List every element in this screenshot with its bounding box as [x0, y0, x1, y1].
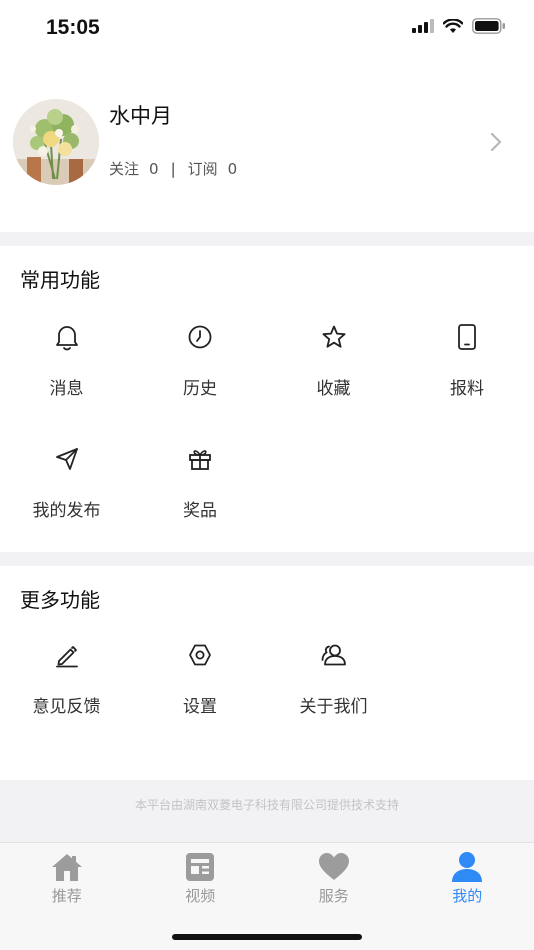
menu-item-label: 我的发布: [32, 501, 101, 521]
person-icon: [452, 852, 483, 882]
subscribe-label[interactable]: 订阅: [188, 158, 218, 179]
menu-item-prizes[interactable]: 奖品: [134, 432, 267, 532]
menu-item-label: 关于我们: [299, 697, 368, 717]
menu-item-label: 消息: [49, 379, 84, 399]
follow-count[interactable]: 0: [149, 160, 159, 178]
signal-icon: [412, 19, 434, 33]
tab-label: 推荐: [51, 887, 82, 905]
profile-stats: 关注 0 | 订阅 0: [109, 158, 237, 179]
settings-icon: [189, 644, 211, 666]
common-functions-section: 常用功能 消息 历史 收藏 报料 我的发布 奖品: [0, 246, 534, 552]
tab-recommend[interactable]: 推荐: [0, 843, 134, 913]
follow-label[interactable]: 关注: [109, 158, 139, 179]
menu-item-history[interactable]: 历史: [134, 310, 267, 410]
heart-icon: [318, 853, 349, 880]
section-divider: [0, 552, 534, 566]
status-time: 15:05: [46, 16, 100, 39]
tab-label: 我的: [452, 887, 483, 905]
menu-item-label: 奖品: [183, 501, 217, 521]
star-icon: [322, 325, 345, 348]
subscribe-count[interactable]: 0: [228, 160, 238, 178]
menu-item-label: 意见反馈: [32, 697, 101, 717]
wifi-icon: [443, 18, 463, 33]
clock-icon: [188, 325, 212, 349]
menu-item-label: 报料: [450, 379, 484, 399]
home-icon: [51, 854, 82, 881]
menu-item-favorites[interactable]: 收藏: [267, 310, 400, 410]
tab-video[interactable]: 视频: [134, 843, 268, 913]
battery-icon: [472, 18, 505, 34]
more-functions-section: 更多功能 意见反馈 设置 关于我们: [0, 566, 534, 780]
menu-item-label: 设置: [183, 697, 217, 717]
status-bar: 15:05: [0, 0, 534, 56]
avatar[interactable]: [13, 99, 99, 185]
tab-label: 视频: [185, 887, 216, 905]
avatar-flowers-image: [13, 99, 99, 185]
section-title-more: 更多功能: [20, 588, 100, 612]
footer-note-text: 本平台由湖南双菱电子科技有限公司提供技术支持: [134, 798, 399, 812]
phone-icon: [458, 324, 476, 350]
send-icon: [55, 448, 78, 470]
menu-item-label: 收藏: [316, 379, 351, 399]
menu-item-report[interactable]: 报料: [401, 310, 534, 410]
home-indicator: [172, 934, 362, 940]
stats-separator: |: [170, 159, 176, 178]
tab-label: 服务: [318, 887, 349, 905]
gift-icon: [189, 450, 211, 470]
bell-icon: [55, 326, 78, 351]
menu-item-messages[interactable]: 消息: [0, 310, 133, 410]
pencil-icon: [55, 646, 78, 668]
video-icon: [186, 853, 215, 881]
tab-mine[interactable]: 我的: [401, 843, 534, 913]
profile-card[interactable]: 水中月 关注 0 | 订阅 0: [0, 56, 534, 232]
menu-item-feedback[interactable]: 意见反馈: [0, 628, 133, 728]
status-icons: [412, 18, 506, 34]
footer-note: 本平台由湖南双菱电子科技有限公司提供技术支持: [0, 780, 534, 842]
menu-item-label: 历史: [183, 379, 217, 399]
username: 水中月: [109, 104, 172, 128]
section-title-common: 常用功能: [20, 268, 100, 292]
users-icon: [321, 644, 346, 666]
tab-service[interactable]: 服务: [267, 843, 401, 913]
section-divider: [0, 232, 534, 246]
menu-item-about-us[interactable]: 关于我们: [267, 628, 400, 728]
menu-item-my-posts[interactable]: 我的发布: [0, 432, 133, 532]
menu-item-settings[interactable]: 设置: [134, 628, 267, 728]
chevron-right-icon[interactable]: [490, 132, 502, 152]
